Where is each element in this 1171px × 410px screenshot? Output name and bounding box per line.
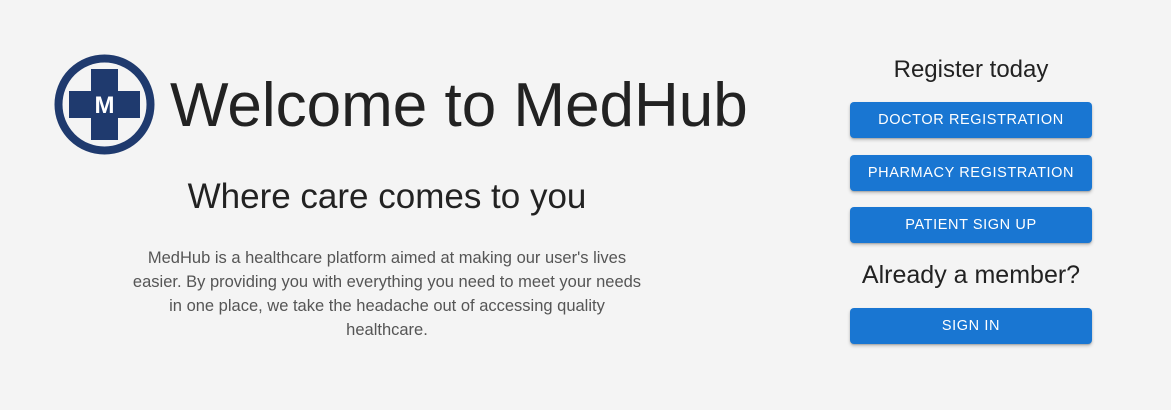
tagline: Where care comes to you [187, 177, 587, 216]
medical-cross-logo-icon: M [54, 54, 155, 155]
patient-sign-up-button[interactable]: PATIENT SIGN UP [850, 207, 1092, 243]
sign-in-button[interactable]: SIGN IN [850, 308, 1092, 344]
already-member-heading: Already a member? [861, 261, 1081, 289]
page-title: Welcome to MedHub [170, 71, 748, 140]
logo-letter: M [95, 92, 115, 119]
logo: M [54, 54, 155, 155]
register-heading: Register today [893, 56, 1049, 83]
pharmacy-registration-button[interactable]: PHARMACY REGISTRATION [850, 155, 1092, 191]
doctor-registration-button[interactable]: DOCTOR REGISTRATION [850, 102, 1092, 138]
description-text: MedHub is a healthcare platform aimed at… [132, 249, 642, 339]
